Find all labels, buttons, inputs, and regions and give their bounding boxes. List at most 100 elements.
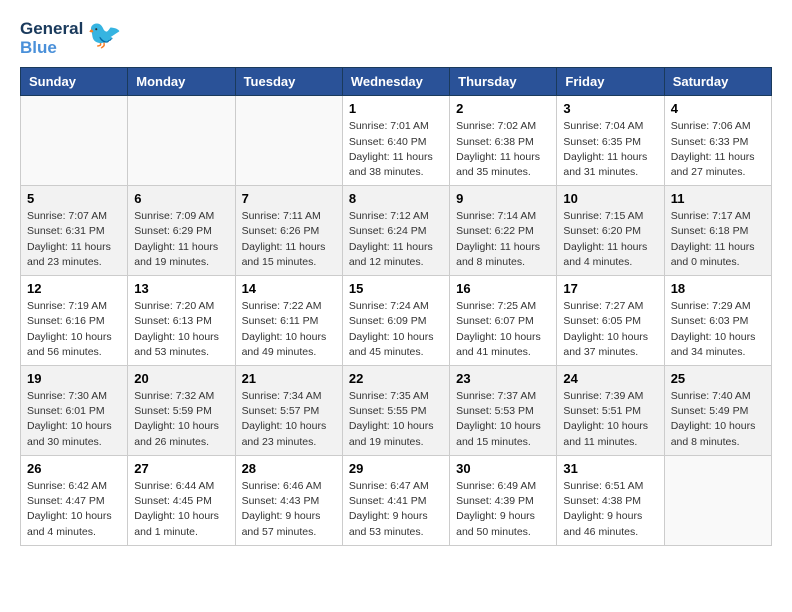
day-of-week-header: Tuesday: [235, 68, 342, 96]
day-number: 12: [27, 281, 121, 296]
calendar-day-cell: 8Sunrise: 7:12 AM Sunset: 6:24 PM Daylig…: [342, 186, 449, 276]
day-info: Sunrise: 7:15 AM Sunset: 6:20 PM Dayligh…: [563, 209, 657, 270]
calendar-day-cell: 15 Sunrise: 7:24 AM Sunset: 6:09 PM Dayli…: [342, 276, 449, 366]
calendar-day-cell: 17 Sunrise: 7:27 AM Sunset: 6:05 PM Dayli…: [557, 276, 664, 366]
day-info: Sunrise: 6:51 AM Sunset: 4:38 PM Dayligh…: [563, 479, 657, 540]
day-number: 9: [456, 191, 550, 206]
day-info: Sunrise: 7:22 AM Sunset: 6:11 PM Dayligh…: [242, 299, 336, 360]
day-number: 10: [563, 191, 657, 206]
day-of-week-header: Sunday: [21, 68, 128, 96]
day-number: 21: [242, 371, 336, 386]
day-of-week-header: Saturday: [664, 68, 771, 96]
day-info: Sunrise: 7:34 AM Sunset: 5:57 PM Dayligh…: [242, 389, 336, 450]
day-of-week-header: Thursday: [450, 68, 557, 96]
day-info: Sunrise: 7:35 AM Sunset: 5:55 PM Dayligh…: [349, 389, 443, 450]
day-info: Sunrise: 6:46 AM Sunset: 4:43 PM Dayligh…: [242, 479, 336, 540]
calendar-empty-cell: [128, 96, 235, 186]
day-number: 1: [349, 101, 443, 116]
calendar-day-cell: 10 Sunrise: 7:15 AM Sunset: 6:20 PM Dayli…: [557, 186, 664, 276]
page-header: General Blue 🐦: [20, 20, 772, 57]
calendar-day-cell: 6Sunrise: 7:09 AM Sunset: 6:29 PM Daylig…: [128, 186, 235, 276]
day-info: Sunrise: 7:37 AM Sunset: 5:53 PM Dayligh…: [456, 389, 550, 450]
calendar-day-cell: 2Sunrise: 7:02 AM Sunset: 6:38 PM Daylig…: [450, 96, 557, 186]
day-of-week-header: Monday: [128, 68, 235, 96]
calendar-day-cell: 1 Sunrise: 7:01 AM Sunset: 6:40 PM Daylig…: [342, 96, 449, 186]
day-info: Sunrise: 7:17 AM Sunset: 6:18 PM Dayligh…: [671, 209, 765, 270]
day-info: Sunrise: 7:25 AM Sunset: 6:07 PM Dayligh…: [456, 299, 550, 360]
calendar-day-cell: 19Sunrise: 7:30 AM Sunset: 6:01 PM Dayli…: [21, 366, 128, 456]
logo-general: General: [20, 20, 83, 39]
day-info: Sunrise: 7:39 AM Sunset: 5:51 PM Dayligh…: [563, 389, 657, 450]
day-number: 23: [456, 371, 550, 386]
calendar-day-cell: 14 Sunrise: 7:22 AM Sunset: 6:11 PM Dayli…: [235, 276, 342, 366]
calendar-day-cell: 28 Sunrise: 6:46 AM Sunset: 4:43 PM Dayli…: [235, 455, 342, 545]
day-number: 24: [563, 371, 657, 386]
logo-bird-icon: 🐦: [87, 21, 122, 49]
day-number: 30: [456, 461, 550, 476]
day-number: 16: [456, 281, 550, 296]
day-number: 17: [563, 281, 657, 296]
calendar-week-row: 12 Sunrise: 7:19 AM Sunset: 6:16 PM Dayli…: [21, 276, 772, 366]
day-number: 4: [671, 101, 765, 116]
calendar-day-cell: 30Sunrise: 6:49 AM Sunset: 4:39 PM Dayli…: [450, 455, 557, 545]
day-number: 11: [671, 191, 765, 206]
day-info: Sunrise: 7:20 AM Sunset: 6:13 PM Dayligh…: [134, 299, 228, 360]
logo-blue: Blue: [20, 39, 83, 58]
day-info: Sunrise: 7:09 AM Sunset: 6:29 PM Dayligh…: [134, 209, 228, 270]
calendar-day-cell: 13 Sunrise: 7:20 AM Sunset: 6:13 PM Dayli…: [128, 276, 235, 366]
calendar-week-row: 19Sunrise: 7:30 AM Sunset: 6:01 PM Dayli…: [21, 366, 772, 456]
day-info: Sunrise: 6:42 AM Sunset: 4:47 PM Dayligh…: [27, 479, 121, 540]
day-info: Sunrise: 7:40 AM Sunset: 5:49 PM Dayligh…: [671, 389, 765, 450]
calendar-day-cell: 11 Sunrise: 7:17 AM Sunset: 6:18 PM Dayli…: [664, 186, 771, 276]
day-number: 28: [242, 461, 336, 476]
calendar-header-row: SundayMondayTuesdayWednesdayThursdayFrid…: [21, 68, 772, 96]
day-number: 25: [671, 371, 765, 386]
day-number: 13: [134, 281, 228, 296]
day-of-week-header: Wednesday: [342, 68, 449, 96]
day-number: 29: [349, 461, 443, 476]
calendar-day-cell: 16 Sunrise: 7:25 AM Sunset: 6:07 PM Dayli…: [450, 276, 557, 366]
day-of-week-header: Friday: [557, 68, 664, 96]
calendar-empty-cell: [235, 96, 342, 186]
day-info: Sunrise: 7:19 AM Sunset: 6:16 PM Dayligh…: [27, 299, 121, 360]
day-number: 31: [563, 461, 657, 476]
calendar-day-cell: 5Sunrise: 7:07 AM Sunset: 6:31 PM Daylig…: [21, 186, 128, 276]
calendar-day-cell: 12 Sunrise: 7:19 AM Sunset: 6:16 PM Dayli…: [21, 276, 128, 366]
day-info: Sunrise: 7:27 AM Sunset: 6:05 PM Dayligh…: [563, 299, 657, 360]
calendar-day-cell: 3Sunrise: 7:04 AM Sunset: 6:35 PM Daylig…: [557, 96, 664, 186]
day-number: 26: [27, 461, 121, 476]
logo: General Blue 🐦: [20, 20, 122, 57]
day-number: 15: [349, 281, 443, 296]
calendar-empty-cell: [664, 455, 771, 545]
day-info: Sunrise: 7:06 AM Sunset: 6:33 PM Dayligh…: [671, 119, 765, 180]
day-info: Sunrise: 7:24 AM Sunset: 6:09 PM Dayligh…: [349, 299, 443, 360]
day-info: Sunrise: 7:32 AM Sunset: 5:59 PM Dayligh…: [134, 389, 228, 450]
day-info: Sunrise: 7:04 AM Sunset: 6:35 PM Dayligh…: [563, 119, 657, 180]
day-number: 2: [456, 101, 550, 116]
calendar-day-cell: 21 Sunrise: 7:34 AM Sunset: 5:57 PM Dayli…: [235, 366, 342, 456]
day-info: Sunrise: 6:44 AM Sunset: 4:45 PM Dayligh…: [134, 479, 228, 540]
calendar-week-row: 26 Sunrise: 6:42 AM Sunset: 4:47 PM Dayli…: [21, 455, 772, 545]
day-number: 14: [242, 281, 336, 296]
calendar-day-cell: 9Sunrise: 7:14 AM Sunset: 6:22 PM Daylig…: [450, 186, 557, 276]
calendar-day-cell: 7 Sunrise: 7:11 AM Sunset: 6:26 PM Daylig…: [235, 186, 342, 276]
calendar-day-cell: 27 Sunrise: 6:44 AM Sunset: 4:45 PM Dayli…: [128, 455, 235, 545]
day-number: 7: [242, 191, 336, 206]
calendar-week-row: 5Sunrise: 7:07 AM Sunset: 6:31 PM Daylig…: [21, 186, 772, 276]
calendar-day-cell: 18Sunrise: 7:29 AM Sunset: 6:03 PM Dayli…: [664, 276, 771, 366]
day-number: 19: [27, 371, 121, 386]
day-info: Sunrise: 7:29 AM Sunset: 6:03 PM Dayligh…: [671, 299, 765, 360]
day-info: Sunrise: 6:47 AM Sunset: 4:41 PM Dayligh…: [349, 479, 443, 540]
day-number: 20: [134, 371, 228, 386]
day-info: Sunrise: 7:11 AM Sunset: 6:26 PM Dayligh…: [242, 209, 336, 270]
calendar-day-cell: 22Sunrise: 7:35 AM Sunset: 5:55 PM Dayli…: [342, 366, 449, 456]
calendar-day-cell: 23 Sunrise: 7:37 AM Sunset: 5:53 PM Dayli…: [450, 366, 557, 456]
day-number: 27: [134, 461, 228, 476]
day-info: Sunrise: 7:01 AM Sunset: 6:40 PM Dayligh…: [349, 119, 443, 180]
day-info: Sunrise: 7:12 AM Sunset: 6:24 PM Dayligh…: [349, 209, 443, 270]
calendar-day-cell: 24 Sunrise: 7:39 AM Sunset: 5:51 PM Dayli…: [557, 366, 664, 456]
calendar-week-row: 1 Sunrise: 7:01 AM Sunset: 6:40 PM Daylig…: [21, 96, 772, 186]
calendar-day-cell: 25 Sunrise: 7:40 AM Sunset: 5:49 PM Dayli…: [664, 366, 771, 456]
calendar-empty-cell: [21, 96, 128, 186]
calendar-table: SundayMondayTuesdayWednesdayThursdayFrid…: [20, 67, 772, 545]
